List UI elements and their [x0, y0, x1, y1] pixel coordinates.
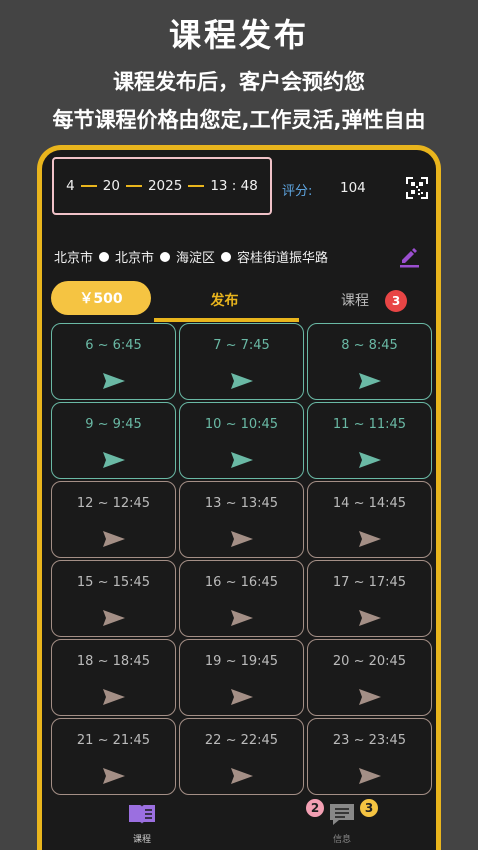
send-icon[interactable]: [230, 688, 254, 706]
date-separator: [188, 185, 205, 187]
time-slot[interactable]: 14 ~ 14:45: [307, 481, 432, 558]
time-slot[interactable]: 18 ~ 18:45: [51, 639, 176, 716]
time-slot[interactable]: 21 ~ 21:45: [51, 718, 176, 795]
address-street: 容桂街道振华路: [237, 251, 329, 266]
time-slot-label: 21 ~ 21:45: [76, 733, 151, 748]
nav-info-label: 信息: [332, 835, 351, 845]
time-slot-label: 13 ~ 13:45: [204, 496, 279, 511]
hero-title: 课程发布: [168, 16, 309, 54]
send-icon[interactable]: [358, 451, 382, 469]
address-bar: 北京市 北京市 海淀区 容桂街道振华路: [54, 247, 328, 266]
time-slot-label: 19 ~ 19:45: [204, 654, 279, 669]
address-separator: [99, 251, 110, 262]
price-button[interactable]: ￥500: [51, 281, 151, 315]
address-separator: [160, 251, 171, 262]
nav-info[interactable]: 信息: [322, 802, 362, 845]
send-icon[interactable]: [358, 767, 382, 785]
book-icon: [129, 805, 155, 824]
date-time-picker[interactable]: 4 20 2025 13 : 48: [52, 157, 272, 215]
send-icon[interactable]: [102, 372, 126, 390]
nav-course-label: 课程: [132, 835, 151, 845]
time-slot-grid: 6 ~ 6:45 7 ~ 7:45 8 ~ 8:45 9 ~ 9:45 10 ~ 10:…: [51, 323, 432, 795]
date-year: 2025: [147, 178, 183, 194]
nav-course[interactable]: 课程: [122, 802, 162, 845]
send-icon[interactable]: [102, 451, 126, 469]
address-city-2: 北京市: [115, 251, 155, 266]
time-slot-label: 11 ~ 11:45: [332, 417, 407, 432]
info-badge-left: 2: [304, 797, 326, 819]
hero-subtitle-1: 课程发布后，客户会预约您: [113, 70, 365, 94]
send-icon[interactable]: [358, 372, 382, 390]
rating-label: 评分:: [282, 184, 313, 199]
time-slot-label: 20 ~ 20:45: [332, 654, 407, 669]
time-slot-label: 15 ~ 15:45: [76, 575, 151, 590]
time-slot[interactable]: 19 ~ 19:45: [179, 639, 304, 716]
date-day: 20: [102, 178, 120, 194]
time-slot[interactable]: 6 ~ 6:45: [51, 323, 176, 400]
message-icon: [330, 804, 354, 825]
send-icon[interactable]: [230, 767, 254, 785]
date-time: 13 : 48: [210, 178, 258, 194]
time-slot[interactable]: 10 ~ 10:45: [179, 402, 304, 479]
time-slot[interactable]: 22 ~ 22:45: [179, 718, 304, 795]
time-slot[interactable]: 8 ~ 8:45: [307, 323, 432, 400]
send-icon[interactable]: [358, 530, 382, 548]
time-slot-label: 6 ~ 6:45: [85, 338, 142, 353]
send-icon[interactable]: [102, 767, 126, 785]
bottom-nav: 课程 信息 2 3: [42, 792, 436, 850]
date-separator: [80, 185, 97, 187]
date-separator: [125, 185, 142, 187]
time-slot-label: 12 ~ 12:45: [76, 496, 151, 511]
address-city: 北京市: [54, 251, 94, 266]
send-icon[interactable]: [358, 609, 382, 627]
time-slot[interactable]: 11 ~ 11:45: [307, 402, 432, 479]
course-count-badge: 3: [385, 290, 407, 312]
time-slot-label: 9 ~ 9:45: [85, 417, 142, 432]
time-slot-label: 23 ~ 23:45: [332, 733, 407, 748]
time-slot-label: 18 ~ 18:45: [76, 654, 151, 669]
time-slot-label: 16 ~ 16:45: [204, 575, 279, 590]
time-slot[interactable]: 13 ~ 13:45: [179, 481, 304, 558]
qr-scan-icon[interactable]: [406, 177, 428, 199]
send-icon[interactable]: [230, 609, 254, 627]
send-icon[interactable]: [230, 372, 254, 390]
send-icon[interactable]: [230, 451, 254, 469]
send-icon[interactable]: [358, 688, 382, 706]
address-district: 海淀区: [176, 251, 216, 266]
send-icon[interactable]: [102, 530, 126, 548]
address-separator: [221, 251, 232, 262]
time-slot-label: 17 ~ 17:45: [332, 575, 407, 590]
date-month: 4: [66, 178, 75, 194]
edit-address-icon[interactable]: [397, 244, 421, 268]
hero-banner: 课程发布 课程发布后，客户会预约您 每节课程价格由您定,工作灵活,弹性自由: [0, 0, 478, 145]
rating-value: 104: [340, 180, 366, 196]
time-slot-label: 22 ~ 22:45: [204, 733, 279, 748]
active-tab-indicator: [154, 318, 299, 322]
time-slot-label: 7 ~ 7:45: [213, 338, 270, 353]
time-slot[interactable]: 20 ~ 20:45: [307, 639, 432, 716]
time-slot[interactable]: 16 ~ 16:45: [179, 560, 304, 637]
time-slot[interactable]: 15 ~ 15:45: [51, 560, 176, 637]
time-slot[interactable]: 12 ~ 12:45: [51, 481, 176, 558]
time-slot-label: 14 ~ 14:45: [332, 496, 407, 511]
tab-publish[interactable]: 发布: [152, 281, 297, 319]
phone-frame: 4 20 2025 13 : 48 评分: 104 北京市 北京市 海淀区 容桂…: [37, 145, 441, 850]
send-icon[interactable]: [102, 609, 126, 627]
info-badge-right: 3: [358, 797, 380, 819]
time-slot-label: 8 ~ 8:45: [341, 338, 398, 353]
time-slot-label: 10 ~ 10:45: [204, 417, 279, 432]
time-slot[interactable]: 7 ~ 7:45: [179, 323, 304, 400]
send-icon[interactable]: [230, 530, 254, 548]
hero-subtitle-2: 每节课程价格由您定,工作灵活,弹性自由: [52, 108, 426, 132]
time-slot[interactable]: 17 ~ 17:45: [307, 560, 432, 637]
time-slot[interactable]: 23 ~ 23:45: [307, 718, 432, 795]
send-icon[interactable]: [102, 688, 126, 706]
time-slot[interactable]: 9 ~ 9:45: [51, 402, 176, 479]
